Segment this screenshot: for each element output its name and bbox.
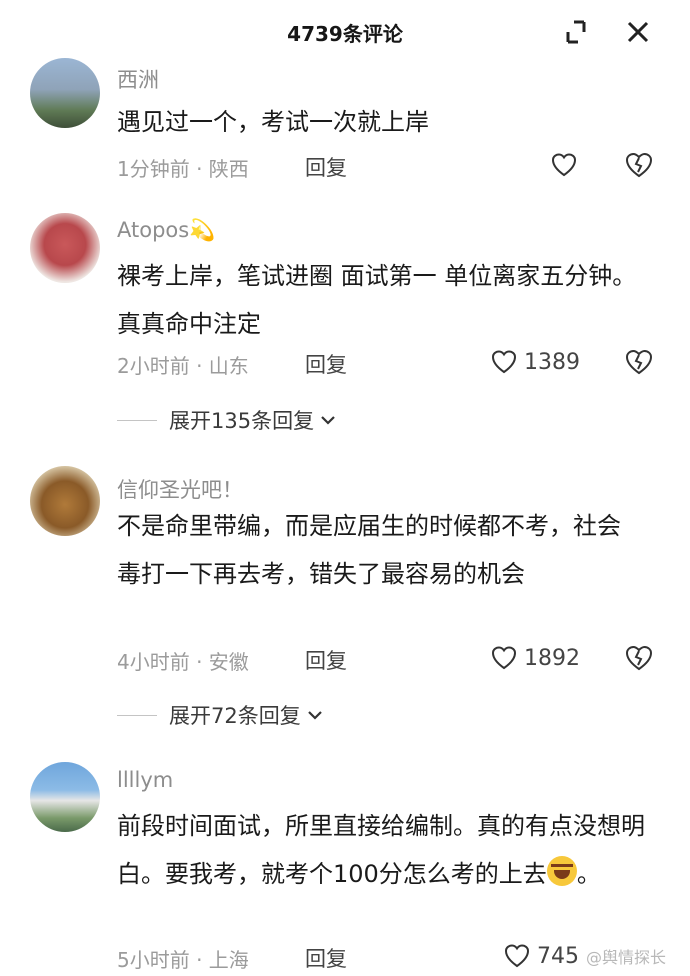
reply-button[interactable]: 回复 <box>305 152 347 182</box>
heart-outline-icon <box>551 153 577 177</box>
broken-heart-icon[interactable] <box>624 347 654 377</box>
comments-header: 4739条评论 <box>0 0 690 64</box>
username[interactable]: Atopos💫 <box>117 218 215 243</box>
broken-heart-icon[interactable] <box>624 150 654 180</box>
expand-replies-label: 展开135条回复 <box>169 409 315 433</box>
avatar[interactable] <box>30 762 100 832</box>
expand-replies-label: 展开72条回复 <box>169 704 301 728</box>
heart-outline-icon <box>491 350 517 374</box>
divider <box>117 419 157 421</box>
comment-text: 不是命里带编，而是应届生的时候都不考，社会毒打一下再去考，错失了最容易的机会 <box>117 512 621 588</box>
divider <box>117 714 157 716</box>
watermark: @舆情探长 <box>586 948 667 967</box>
comment-meta: 5小时前 · 上海 <box>117 948 249 972</box>
like-button[interactable] <box>550 150 584 180</box>
avatar[interactable] <box>30 58 100 128</box>
reply-button[interactable]: 回复 <box>305 349 347 379</box>
comment-text: 裸考上岸，笔试进圈 面试第一 单位离家五分钟。真真命中注定 <box>117 262 637 338</box>
broken-heart-icon[interactable] <box>624 643 654 673</box>
comment-meta: 4小时前 · 安徽 <box>117 650 249 674</box>
chevron-down-icon <box>307 711 322 720</box>
comment-text: 遇见过一个，考试一次就上岸 <box>117 108 429 136</box>
chevron-down-icon <box>321 416 335 425</box>
close-icon[interactable] <box>624 18 652 46</box>
like-button[interactable]: 745 <box>503 941 579 971</box>
like-count: 745 <box>537 943 579 969</box>
avatar[interactable] <box>30 466 100 536</box>
comment-text-end: 。 <box>576 860 601 888</box>
laughing-tears-emoji <box>546 856 577 886</box>
like-count: 1389 <box>524 349 580 375</box>
reply-button[interactable]: 回复 <box>305 943 347 973</box>
expand-replies-button[interactable]: 展开135条回复 <box>117 405 338 435</box>
username[interactable]: 信仰圣光吧！ <box>117 474 243 504</box>
username[interactable]: llllym <box>117 768 173 792</box>
heart-outline-icon <box>504 944 530 968</box>
like-button[interactable]: 1389 <box>490 347 580 377</box>
like-button[interactable]: 1892 <box>490 643 580 673</box>
avatar[interactable] <box>30 213 100 283</box>
username[interactable]: 西洲 <box>117 64 159 94</box>
like-count: 1892 <box>524 645 580 671</box>
comment-text: 前段时间面试，所里直接给编制。真的有点没想明白。要我考，就考个100分怎么考的上… <box>117 802 647 898</box>
heart-outline-icon <box>491 646 517 670</box>
reply-button[interactable]: 回复 <box>305 645 347 675</box>
comment-meta: 1分钟前 · 陕西 <box>117 157 249 181</box>
expand-replies-button[interactable]: 展开72条回复 <box>117 700 325 730</box>
collapse-corner-icon[interactable] <box>562 18 590 46</box>
comment-meta: 2小时前 · 山东 <box>117 354 249 378</box>
